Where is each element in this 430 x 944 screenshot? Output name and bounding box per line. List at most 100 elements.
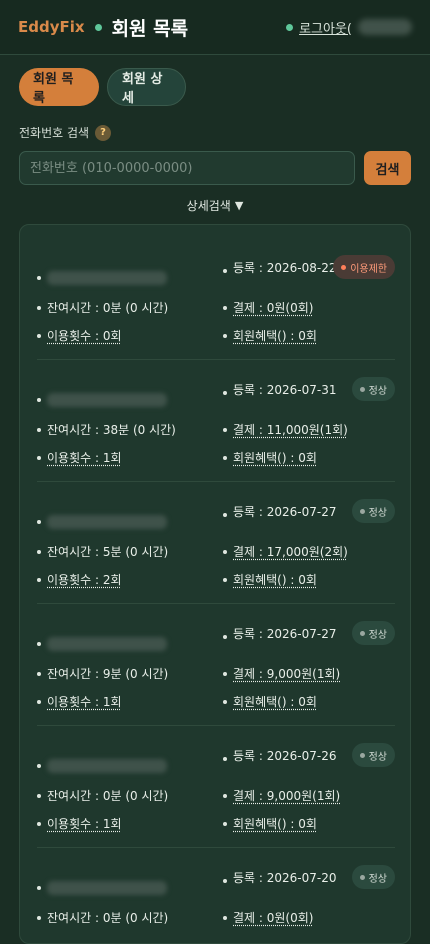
- bullet-icon: [37, 549, 41, 554]
- status-dot-icon: [359, 630, 365, 636]
- search-button[interactable]: 검색: [364, 151, 411, 185]
- redacted-phone: [47, 759, 167, 773]
- member-benefit-link[interactable]: 회원혜택() : 0회: [233, 571, 317, 588]
- top-bar: EddyFix 회원 목록 로그아웃(: [0, 0, 430, 55]
- usage-count[interactable]: 이용횟수 : 1회: [37, 449, 122, 466]
- bullet-icon: [37, 398, 41, 402]
- redacted-phone: [47, 393, 167, 407]
- bullet-icon: [37, 671, 41, 676]
- payment-info[interactable]: 결제 : 17,000원(2회): [223, 543, 348, 560]
- caret-down-icon: ▼: [234, 199, 244, 212]
- bullet-icon: [223, 427, 227, 432]
- member-benefit-link[interactable]: 회원혜택() : 0회: [233, 449, 317, 466]
- status-badge: 정상: [351, 621, 395, 645]
- register-date-text: 등록 : 2026-07-27: [233, 505, 337, 519]
- member-row[interactable]: 등록 : 2026-07-20 정상 잔여시간 : 0분 (0 시간) 결제 :…: [37, 847, 395, 943]
- member-phone: [37, 637, 167, 651]
- usage-count-link[interactable]: 이용횟수 : 1회: [47, 815, 122, 832]
- bullet-icon: [37, 699, 41, 704]
- member-row[interactable]: 등록 : 2026-07-27 정상 잔여시간 : 5분 (0 시간) 결제 :…: [37, 481, 395, 604]
- member-row[interactable]: 등록 : 2026-08-22 이용제한 잔여시간 : 0분 (0 시간) 결제…: [37, 237, 395, 360]
- payment-info[interactable]: 결제 : 11,000원(1회): [223, 421, 348, 438]
- redacted-phone: [47, 271, 167, 285]
- payment-link[interactable]: 결제 : 0원(0회): [233, 909, 313, 926]
- member-row[interactable]: 등록 : 2026-07-26 정상 잔여시간 : 0분 (0 시간) 결제 :…: [37, 725, 395, 848]
- bullet-icon: [223, 577, 227, 582]
- status-dot-icon: [94, 23, 102, 31]
- brand-logo: EddyFix: [18, 18, 85, 36]
- usage-count[interactable]: 이용횟수 : 2회: [37, 571, 122, 588]
- payment-info[interactable]: 결제 : 0원(0회): [223, 299, 313, 316]
- remaining-time-text: 잔여시간 : 0분 (0 시간): [47, 911, 169, 925]
- status-text: 정상: [368, 385, 387, 397]
- phone-search-input[interactable]: [19, 151, 355, 185]
- search-row: 검색: [0, 141, 430, 185]
- usage-count[interactable]: 이용횟수 : 1회: [37, 815, 122, 832]
- advanced-search-toggle[interactable]: 상세검색 ▼: [0, 197, 430, 214]
- member-row[interactable]: 등록 : 2026-07-27 정상 잔여시간 : 9분 (0 시간) 결제 :…: [37, 603, 395, 726]
- help-icon[interactable]: ?: [95, 124, 112, 141]
- redacted-phone: [47, 515, 167, 529]
- member-benefit[interactable]: 회원혜택() : 0회: [223, 815, 317, 832]
- usage-count-link[interactable]: 이용횟수 : 2회: [47, 571, 122, 588]
- payment-info[interactable]: 결제 : 0원(0회): [223, 909, 313, 926]
- phone-search-label-row: 전화번호 검색 ?: [19, 124, 430, 141]
- member-benefit-link[interactable]: 회원혜택() : 0회: [233, 815, 317, 832]
- bullet-icon: [223, 269, 227, 273]
- member-benefit[interactable]: 회원혜택() : 0회: [223, 571, 317, 588]
- remaining-time-text: 잔여시간 : 5분 (0 시간): [47, 545, 169, 559]
- payment-link[interactable]: 결제 : 9,000원(1회): [233, 665, 340, 682]
- status-badge: 이용제한: [333, 255, 395, 279]
- remaining-time: 잔여시간 : 9분 (0 시간): [37, 665, 168, 682]
- member-benefit-link[interactable]: 회원혜택() : 0회: [233, 327, 317, 344]
- page-title: 회원 목록: [111, 17, 189, 40]
- member-phone: [37, 881, 167, 895]
- register-date: 등록 : 2026-07-27: [223, 501, 343, 523]
- register-date-text: 등록 : 2026-07-27: [233, 627, 337, 641]
- view-tabs: 회원 목록 회원 상세: [0, 55, 430, 106]
- online-dot-icon: [286, 23, 294, 31]
- member-phone: [37, 515, 167, 529]
- bullet-icon: [37, 305, 41, 310]
- register-date: 등록 : 2026-08-22: [223, 257, 343, 279]
- bullet-icon: [37, 427, 41, 432]
- usage-count[interactable]: 이용횟수 : 0회: [37, 327, 122, 344]
- remaining-time: 잔여시간 : 0분 (0 시간): [37, 299, 168, 316]
- payment-info[interactable]: 결제 : 9,000원(1회): [223, 787, 340, 804]
- bullet-icon: [223, 793, 227, 798]
- bullet-icon: [223, 635, 227, 639]
- status-badge: 정상: [351, 743, 395, 767]
- usage-count-link[interactable]: 이용횟수 : 1회: [47, 693, 122, 710]
- usage-count[interactable]: 이용횟수 : 1회: [37, 693, 122, 710]
- logout-area[interactable]: 로그아웃(: [286, 18, 412, 37]
- bullet-icon: [37, 520, 41, 524]
- bullet-icon: [37, 333, 41, 338]
- status-text: 정상: [368, 507, 387, 519]
- payment-info[interactable]: 결제 : 9,000원(1회): [223, 665, 340, 682]
- status-text: 이용제한: [350, 263, 387, 275]
- payment-link[interactable]: 결제 : 0원(0회): [233, 299, 313, 316]
- payment-link[interactable]: 결제 : 17,000원(2회): [233, 543, 348, 560]
- usage-count-link[interactable]: 이용횟수 : 0회: [47, 327, 122, 344]
- usage-count-link[interactable]: 이용횟수 : 1회: [47, 449, 122, 466]
- status-text: 정상: [368, 629, 387, 641]
- bullet-icon: [223, 549, 227, 554]
- register-date-text: 등록 : 2026-07-26: [233, 749, 337, 763]
- phone-search-label: 전화번호 검색: [19, 126, 90, 140]
- remaining-time-text: 잔여시간 : 38분 (0 시간): [47, 423, 176, 437]
- payment-link[interactable]: 결제 : 11,000원(1회): [233, 421, 348, 438]
- advanced-search-label: 상세검색: [186, 199, 231, 213]
- remaining-time: 잔여시간 : 0분 (0 시간): [37, 787, 168, 804]
- bullet-icon: [223, 879, 227, 883]
- tab-member-detail[interactable]: 회원 상세: [107, 68, 186, 106]
- member-benefit[interactable]: 회원혜택() : 0회: [223, 327, 317, 344]
- payment-link[interactable]: 결제 : 9,000원(1회): [233, 787, 340, 804]
- member-benefit-link[interactable]: 회원혜택() : 0회: [233, 693, 317, 710]
- tab-member-list[interactable]: 회원 목록: [19, 68, 99, 106]
- member-benefit[interactable]: 회원혜택() : 0회: [223, 449, 317, 466]
- bullet-icon: [223, 513, 227, 517]
- bullet-icon: [37, 577, 41, 582]
- member-row[interactable]: 등록 : 2026-07-31 정상 잔여시간 : 38분 (0 시간) 결제 …: [37, 359, 395, 482]
- logout-link[interactable]: 로그아웃(: [299, 18, 352, 37]
- member-benefit[interactable]: 회원혜택() : 0회: [223, 693, 317, 710]
